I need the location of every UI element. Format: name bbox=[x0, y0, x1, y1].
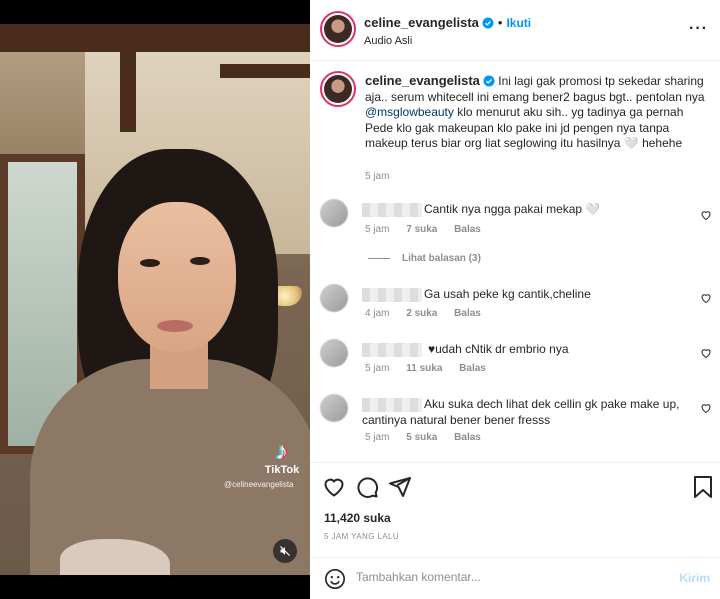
reply-button[interactable]: Balas bbox=[454, 308, 481, 319]
comment-likes[interactable]: 11 suka bbox=[406, 363, 442, 374]
post-comment-button[interactable]: Kirim bbox=[679, 571, 710, 585]
comment-meta: 5 jam 7 suka Balas bbox=[365, 224, 495, 235]
video-frame[interactable] bbox=[0, 24, 310, 575]
lips bbox=[157, 320, 193, 332]
video-panel[interactable]: ♪ TikTok @celineevangelista bbox=[0, 0, 310, 599]
reply-button[interactable]: Balas bbox=[454, 224, 481, 235]
comment-text: Cantik nya ngga pakai mekap 🤍 bbox=[424, 202, 601, 216]
comment-username-redacted[interactable] bbox=[362, 343, 422, 357]
save-bookmark-icon[interactable] bbox=[692, 475, 714, 499]
comment-time: 5 jam bbox=[365, 224, 390, 235]
ceiling-beam bbox=[120, 52, 136, 132]
comment-time: 5 jam bbox=[365, 432, 390, 443]
replies-line bbox=[368, 257, 390, 259]
audio-link[interactable]: Audio Asli bbox=[364, 35, 412, 47]
ceiling-beam bbox=[0, 24, 310, 52]
like-comment-icon[interactable] bbox=[700, 347, 712, 359]
post-panel: celine_evangelista • Ikuti Audio Asli ···… bbox=[310, 0, 720, 599]
tiktok-watermark: ♪ TikTok bbox=[258, 438, 306, 477]
username-link[interactable]: celine_evangelista bbox=[364, 15, 479, 30]
tiktok-brand-text: TikTok bbox=[264, 464, 300, 476]
comment-username-redacted[interactable] bbox=[362, 203, 422, 217]
share-icon[interactable] bbox=[388, 475, 412, 499]
comment-time: 5 jam bbox=[365, 363, 390, 374]
comment-meta: 4 jam 2 suka Balas bbox=[365, 308, 495, 319]
separator-dot: • bbox=[497, 15, 503, 30]
post-timestamp: 5 JAM YANG LALU bbox=[324, 532, 400, 541]
eye bbox=[140, 259, 160, 267]
comment-icon[interactable] bbox=[355, 475, 379, 499]
comment-text: Ga usah peke kg cantik,cheline bbox=[424, 287, 591, 301]
comment-avatar[interactable] bbox=[320, 394, 348, 422]
like-count[interactable]: 11,420 suka bbox=[324, 511, 391, 525]
caption-username[interactable]: celine_evangelista bbox=[365, 73, 480, 88]
comment-likes[interactable]: 2 suka bbox=[406, 308, 437, 319]
caption-time: 5 jam bbox=[365, 171, 390, 182]
view-replies-button[interactable]: Lihat balasan (3) bbox=[368, 253, 481, 264]
tiktok-handle: @celineevangelista bbox=[224, 480, 294, 489]
header-user-line: celine_evangelista • Ikuti bbox=[364, 15, 531, 30]
caption: celine_evangelista Ini lagi gak promosi … bbox=[310, 62, 720, 182]
eye bbox=[190, 257, 210, 265]
comment-meta: 5 jam 11 suka Balas bbox=[365, 363, 500, 374]
comment-meta: 5 jam 5 suka Balas bbox=[365, 432, 495, 443]
mute-button[interactable] bbox=[273, 539, 297, 563]
verified-badge-icon bbox=[483, 75, 495, 87]
comment-likes[interactable]: 5 suka bbox=[406, 432, 437, 443]
comment-likes[interactable]: 7 suka bbox=[406, 224, 437, 235]
follow-button[interactable]: Ikuti bbox=[506, 16, 531, 30]
comment-input[interactable] bbox=[356, 570, 656, 584]
mention-link[interactable]: @msglowbeauty bbox=[365, 105, 454, 119]
comment-avatar[interactable] bbox=[320, 199, 348, 227]
comment-avatar[interactable] bbox=[320, 284, 348, 312]
like-comment-icon[interactable] bbox=[700, 402, 712, 414]
like-comment-icon[interactable] bbox=[700, 292, 712, 304]
verified-badge-icon bbox=[482, 17, 494, 29]
action-bar: 11,420 suka 5 JAM YANG LALU bbox=[310, 462, 720, 570]
comment-text: Aku suka dech lihat dek cellin gk pake m… bbox=[362, 397, 680, 427]
speaker-muted-icon bbox=[280, 546, 290, 556]
avatar[interactable] bbox=[320, 71, 356, 107]
comment-time: 4 jam bbox=[365, 308, 390, 319]
comment-box: Kirim bbox=[310, 557, 720, 599]
tiktok-logo-icon: ♪ bbox=[276, 438, 288, 465]
view-replies-label: Lihat balasan (3) bbox=[402, 253, 481, 264]
reply-button[interactable]: Balas bbox=[454, 432, 481, 443]
more-options-button[interactable]: ··· bbox=[689, 20, 708, 38]
like-comment-icon[interactable] bbox=[700, 209, 712, 221]
caption-text: celine_evangelista Ini lagi gak promosi … bbox=[365, 73, 710, 152]
comment-username-redacted[interactable] bbox=[362, 288, 422, 302]
post-header: celine_evangelista • Ikuti Audio Asli ··· bbox=[310, 0, 720, 61]
comment-text: ♥udah cNtik dr embrio nya bbox=[428, 342, 569, 356]
ceiling-beam bbox=[220, 64, 310, 78]
emoji-icon[interactable] bbox=[324, 568, 346, 590]
like-icon[interactable] bbox=[322, 475, 346, 499]
reply-button[interactable]: Balas bbox=[459, 363, 486, 374]
comment-avatar[interactable] bbox=[320, 339, 348, 367]
avatar[interactable] bbox=[320, 11, 356, 47]
